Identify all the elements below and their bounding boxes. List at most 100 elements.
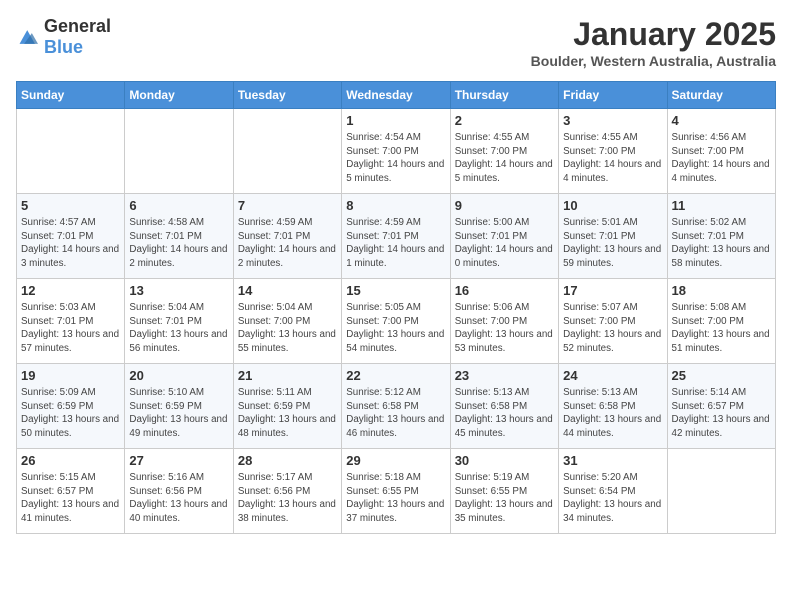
calendar-cell: 4 Sunrise: 4:56 AMSunset: 7:00 PMDaylight…	[667, 109, 775, 194]
day-info: Sunrise: 5:10 AMSunset: 6:59 PMDaylight:…	[129, 386, 228, 441]
calendar-table: SundayMondayTuesdayWednesdayThursdayFrid…	[16, 81, 776, 534]
day-info: Sunrise: 5:07 AMSunset: 7:00 PMDaylight:…	[563, 301, 662, 356]
day-number: 9	[455, 198, 554, 213]
day-info: Sunrise: 4:59 AMSunset: 7:01 PMDaylight:…	[346, 216, 445, 271]
calendar-cell: 22 Sunrise: 5:12 AMSunset: 6:58 PMDayligh…	[342, 364, 450, 449]
day-info: Sunrise: 5:01 AMSunset: 7:01 PMDaylight:…	[563, 216, 662, 271]
day-number: 28	[238, 453, 337, 468]
day-info: Sunrise: 5:05 AMSunset: 7:00 PMDaylight:…	[346, 301, 445, 356]
day-info: Sunrise: 4:59 AMSunset: 7:01 PMDaylight:…	[238, 216, 337, 271]
page-header: General Blue January 2025 Boulder, Weste…	[16, 16, 776, 69]
day-number: 2	[455, 113, 554, 128]
calendar-cell: 25Sunrise: 5:14 AMSunset: 6:57 PMDayligh…	[667, 364, 775, 449]
day-info: Sunrise: 5:20 AMSunset: 6:54 PMDaylight:…	[563, 471, 662, 526]
day-info: Sunrise: 5:15 AMSunset: 6:57 PMDaylight:…	[21, 471, 120, 526]
day-info: Sunrise: 5:03 AMSunset: 7:01 PMDaylight:…	[21, 301, 120, 356]
calendar-cell: 5 Sunrise: 4:57 AMSunset: 7:01 PMDaylight…	[17, 194, 125, 279]
calendar-cell: 2Sunrise: 4:55 AMSunset: 7:00 PMDaylight…	[450, 109, 558, 194]
logo-text: General Blue	[44, 16, 111, 58]
calendar-cell: 19Sunrise: 5:09 AMSunset: 6:59 PMDayligh…	[17, 364, 125, 449]
calendar-cell: 10 Sunrise: 5:01 AMSunset: 7:01 PMDayligh…	[559, 194, 667, 279]
location: Boulder, Western Australia, Australia	[531, 53, 776, 69]
weekday-header: Tuesday	[233, 82, 341, 109]
day-number: 17	[563, 283, 662, 298]
calendar-cell: 15 Sunrise: 5:05 AMSunset: 7:00 PMDayligh…	[342, 279, 450, 364]
day-number: 20	[129, 368, 228, 383]
day-info: Sunrise: 5:19 AMSunset: 6:55 PMDaylight:…	[455, 471, 554, 526]
day-info: Sunrise: 4:57 AMSunset: 7:01 PMDaylight:…	[21, 216, 120, 271]
day-info: Sunrise: 4:54 AMSunset: 7:00 PMDaylight:…	[346, 131, 445, 186]
day-number: 21	[238, 368, 337, 383]
logo-general: General	[44, 16, 111, 36]
calendar-week-row: 1 Sunrise: 4:54 AMSunset: 7:00 PMDaylight…	[17, 109, 776, 194]
calendar-cell: 18 Sunrise: 5:08 AMSunset: 7:00 PMDayligh…	[667, 279, 775, 364]
calendar-cell: 29Sunrise: 5:18 AMSunset: 6:55 PMDayligh…	[342, 449, 450, 534]
day-info: Sunrise: 5:12 AMSunset: 6:58 PMDaylight:…	[346, 386, 445, 441]
day-number: 22	[346, 368, 445, 383]
day-number: 30	[455, 453, 554, 468]
calendar-week-row: 12 Sunrise: 5:03 AMSunset: 7:01 PMDayligh…	[17, 279, 776, 364]
weekday-header: Thursday	[450, 82, 558, 109]
day-number: 18	[672, 283, 771, 298]
calendar-cell: 16 Sunrise: 5:06 AMSunset: 7:00 PMDayligh…	[450, 279, 558, 364]
day-number: 14	[238, 283, 337, 298]
day-info: Sunrise: 5:04 AMSunset: 7:01 PMDaylight:…	[129, 301, 228, 356]
calendar-cell: 27 Sunrise: 5:16 AMSunset: 6:56 PMDayligh…	[125, 449, 233, 534]
weekday-header-row: SundayMondayTuesdayWednesdayThursdayFrid…	[17, 82, 776, 109]
calendar-cell: 24 Sunrise: 5:13 AMSunset: 6:58 PMDayligh…	[559, 364, 667, 449]
day-info: Sunrise: 4:56 AMSunset: 7:00 PMDaylight:…	[672, 131, 771, 186]
title-section: January 2025 Boulder, Western Australia,…	[531, 16, 776, 69]
day-number: 12	[21, 283, 120, 298]
logo: General Blue	[16, 16, 111, 58]
day-info: Sunrise: 5:18 AMSunset: 6:55 PMDaylight:…	[346, 471, 445, 526]
day-number: 27	[129, 453, 228, 468]
calendar-cell: 21 Sunrise: 5:11 AMSunset: 6:59 PMDayligh…	[233, 364, 341, 449]
calendar-cell: 17 Sunrise: 5:07 AMSunset: 7:00 PMDayligh…	[559, 279, 667, 364]
day-number: 19	[21, 368, 120, 383]
day-number: 1	[346, 113, 445, 128]
day-info: Sunrise: 5:11 AMSunset: 6:59 PMDaylight:…	[238, 386, 337, 441]
calendar-cell: 3 Sunrise: 4:55 AMSunset: 7:00 PMDaylight…	[559, 109, 667, 194]
calendar-cell	[667, 449, 775, 534]
calendar-cell: 14 Sunrise: 5:04 AMSunset: 7:00 PMDayligh…	[233, 279, 341, 364]
day-info: Sunrise: 5:06 AMSunset: 7:00 PMDaylight:…	[455, 301, 554, 356]
day-number: 31	[563, 453, 662, 468]
day-number: 5	[21, 198, 120, 213]
day-number: 3	[563, 113, 662, 128]
calendar-cell: 12 Sunrise: 5:03 AMSunset: 7:01 PMDayligh…	[17, 279, 125, 364]
calendar-cell: 31 Sunrise: 5:20 AMSunset: 6:54 PMDayligh…	[559, 449, 667, 534]
calendar-week-row: 26Sunrise: 5:15 AMSunset: 6:57 PMDayligh…	[17, 449, 776, 534]
day-number: 25	[672, 368, 771, 383]
day-info: Sunrise: 4:55 AMSunset: 7:00 PMDaylight:…	[563, 131, 662, 186]
day-number: 11	[672, 198, 771, 213]
calendar-cell: 11 Sunrise: 5:02 AMSunset: 7:01 PMDayligh…	[667, 194, 775, 279]
day-info: Sunrise: 5:08 AMSunset: 7:00 PMDaylight:…	[672, 301, 771, 356]
calendar-cell	[125, 109, 233, 194]
day-number: 13	[129, 283, 228, 298]
logo-blue: Blue	[44, 37, 83, 57]
weekday-header: Friday	[559, 82, 667, 109]
day-number: 16	[455, 283, 554, 298]
calendar-cell: 20 Sunrise: 5:10 AMSunset: 6:59 PMDayligh…	[125, 364, 233, 449]
day-number: 4	[672, 113, 771, 128]
day-number: 10	[563, 198, 662, 213]
calendar-cell: 23Sunrise: 5:13 AMSunset: 6:58 PMDayligh…	[450, 364, 558, 449]
day-info: Sunrise: 5:16 AMSunset: 6:56 PMDaylight:…	[129, 471, 228, 526]
day-info: Sunrise: 4:58 AMSunset: 7:01 PMDaylight:…	[129, 216, 228, 271]
day-number: 15	[346, 283, 445, 298]
day-info: Sunrise: 5:02 AMSunset: 7:01 PMDaylight:…	[672, 216, 771, 271]
calendar-cell: 30 Sunrise: 5:19 AMSunset: 6:55 PMDayligh…	[450, 449, 558, 534]
day-info: Sunrise: 5:13 AMSunset: 6:58 PMDaylight:…	[563, 386, 662, 441]
weekday-header: Wednesday	[342, 82, 450, 109]
day-number: 8	[346, 198, 445, 213]
calendar-cell: 6 Sunrise: 4:58 AMSunset: 7:01 PMDaylight…	[125, 194, 233, 279]
day-number: 6	[129, 198, 228, 213]
logo-icon	[16, 27, 40, 47]
calendar-week-row: 19Sunrise: 5:09 AMSunset: 6:59 PMDayligh…	[17, 364, 776, 449]
calendar-cell: 28Sunrise: 5:17 AMSunset: 6:56 PMDayligh…	[233, 449, 341, 534]
day-info: Sunrise: 5:04 AMSunset: 7:00 PMDaylight:…	[238, 301, 337, 356]
day-number: 24	[563, 368, 662, 383]
calendar-cell: 26Sunrise: 5:15 AMSunset: 6:57 PMDayligh…	[17, 449, 125, 534]
day-number: 7	[238, 198, 337, 213]
calendar-week-row: 5 Sunrise: 4:57 AMSunset: 7:01 PMDaylight…	[17, 194, 776, 279]
